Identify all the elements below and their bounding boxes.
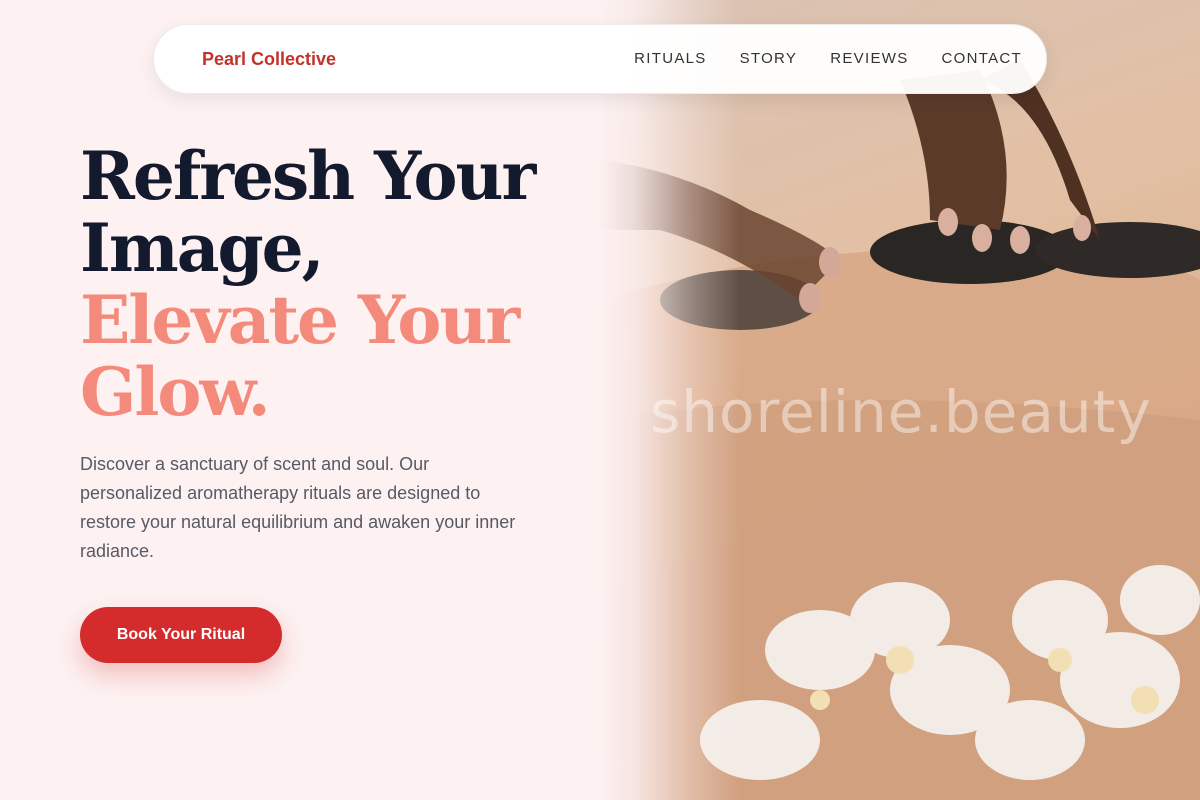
nav-link-rituals[interactable]: RITUALS: [634, 50, 706, 67]
nav-link-story[interactable]: STORY: [740, 50, 798, 67]
nav-link-reviews[interactable]: REVIEWS: [830, 50, 908, 67]
hero-title: Refresh Your Image, Elevate Your Glow.: [80, 140, 600, 428]
nav-links: RITUALS STORY REVIEWS CONTACT: [634, 50, 1022, 68]
hero-description: Discover a sanctuary of scent and soul. …: [80, 454, 516, 561]
hero-title-line-2: Image,: [80, 209, 325, 287]
hero-title-line-1: Refresh Your: [80, 137, 536, 215]
brand-logo[interactable]: Pearl Collective: [202, 49, 336, 70]
watermark-text: shoreline.beauty: [650, 378, 1152, 446]
hero-title-accent-1: Elevate Your: [80, 281, 520, 359]
nav-link-contact[interactable]: CONTACT: [942, 50, 1022, 67]
navbar: Pearl Collective RITUALS STORY REVIEWS C…: [153, 24, 1047, 94]
hero-title-accent-2: Glow.: [80, 353, 271, 431]
book-ritual-button[interactable]: Book Your Ritual: [80, 607, 282, 663]
